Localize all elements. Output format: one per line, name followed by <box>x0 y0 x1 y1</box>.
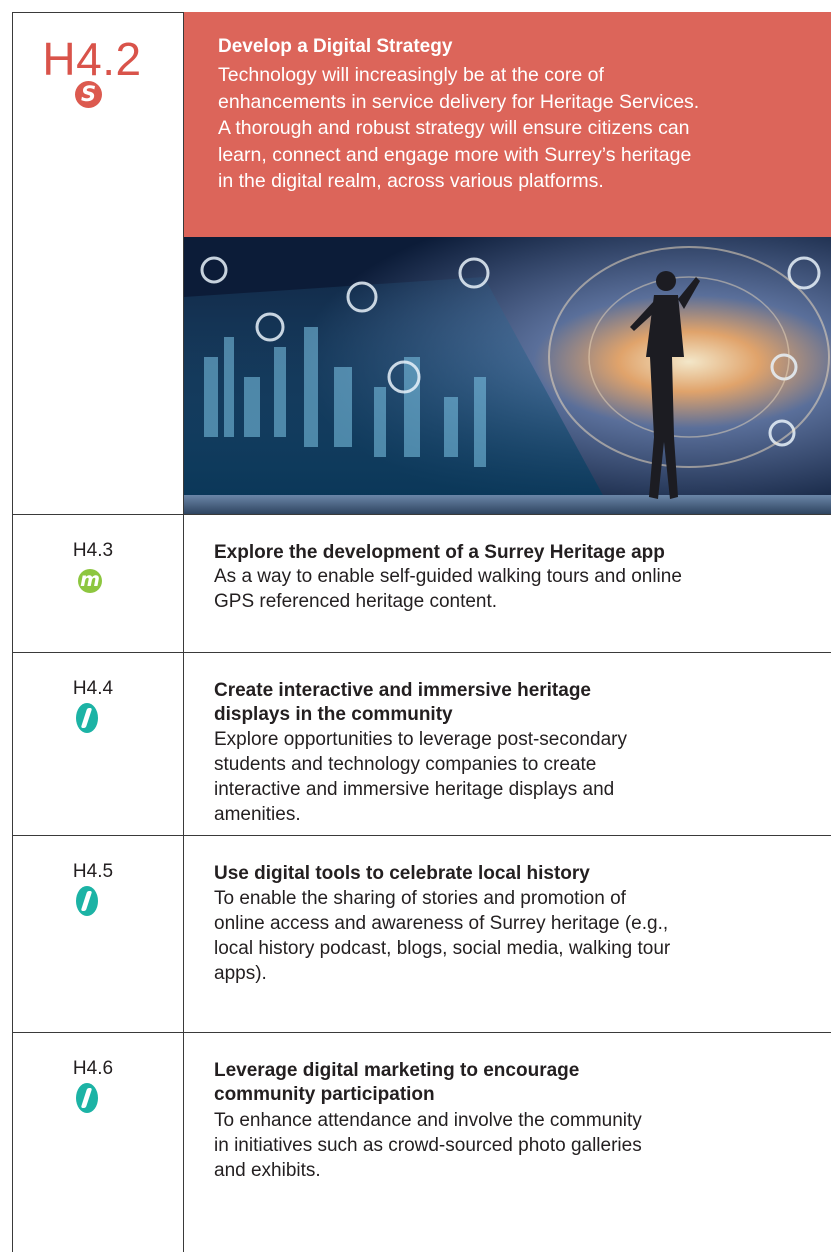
medium-term-badge-icon: m <box>78 569 102 593</box>
action-title: Leverage digital marketing to encourage … <box>214 1059 579 1107</box>
title-line: displays in the community <box>214 704 453 725</box>
description-line: To enable the sharing of stories and pro… <box>214 888 626 909</box>
description-line: and exhibits. <box>214 1160 321 1181</box>
long-term-badge-icon <box>76 886 98 916</box>
description-line: As a way to enable self-guided walking t… <box>214 566 682 587</box>
highlight-panel: Develop a Digital Strategy Technology wi… <box>184 12 831 237</box>
action-code: H4.4 <box>72 678 114 699</box>
title-line: Leverage digital marketing to encourage <box>214 1060 580 1081</box>
title-line: Use digital tools to celebrate local his… <box>214 863 590 884</box>
description-line: in the digital realm, across various pla… <box>218 170 604 192</box>
digital-city-illustration <box>184 237 831 514</box>
description-line: interactive and immersive heritage displ… <box>214 779 615 800</box>
digital-city-photo <box>184 237 831 514</box>
description-line: online access and awareness of Surrey he… <box>214 913 669 934</box>
description-line: Technology will increasingly be at the c… <box>218 64 604 86</box>
action-code: H4.2 <box>42 33 142 85</box>
description-line: A thorough and robust strategy will ensu… <box>218 117 690 139</box>
description-line: Explore opportunities to leverage post-s… <box>214 729 627 750</box>
title-line: community participation <box>214 1084 435 1105</box>
short-term-badge-icon: S <box>75 81 102 108</box>
action-description: Explore opportunities to leverage post-s… <box>214 727 814 827</box>
action-code: H4.5 <box>72 861 114 882</box>
action-description: To enable the sharing of stories and pro… <box>214 886 814 986</box>
long-term-badge-icon <box>76 1083 98 1113</box>
top-border <box>12 12 184 13</box>
row-divider <box>12 514 831 515</box>
description-line: local history podcast, blogs, social med… <box>214 938 671 959</box>
action-title: Use digital tools to celebrate local his… <box>214 862 590 886</box>
action-code: H4.3 <box>72 540 114 561</box>
left-border <box>12 12 13 1252</box>
action-title: Create interactive and immersive heritag… <box>214 679 591 727</box>
row-divider <box>12 1032 831 1033</box>
description-line: students and technology companies to cre… <box>214 754 597 775</box>
long-term-badge-icon <box>76 703 98 733</box>
description-line: in initiatives such as crowd-sourced pho… <box>214 1135 642 1156</box>
action-description: To enhance attendance and involve the co… <box>214 1108 814 1183</box>
action-description: Technology will increasingly be at the c… <box>218 62 823 195</box>
description-line: learn, connect and engage more with Surr… <box>218 143 692 166</box>
action-description: As a way to enable self-guided walking t… <box>214 564 814 614</box>
description-line: GPS referenced heritage content. <box>214 591 498 612</box>
row-divider <box>12 835 831 836</box>
row-divider <box>12 652 831 653</box>
description-line: amenities. <box>214 804 301 825</box>
description-line: apps). <box>214 963 267 984</box>
description-line: enhancements in service delivery for Her… <box>218 90 700 113</box>
title-line: Create interactive and immersive heritag… <box>214 680 592 701</box>
description-line: To enhance attendance and involve the co… <box>214 1110 642 1131</box>
action-code: H4.6 <box>72 1058 114 1079</box>
action-title: Develop a Digital Strategy <box>218 36 453 57</box>
action-title: Explore the development of a Surrey Heri… <box>214 541 665 565</box>
title-line: Explore the development of a Surrey Heri… <box>214 542 665 563</box>
